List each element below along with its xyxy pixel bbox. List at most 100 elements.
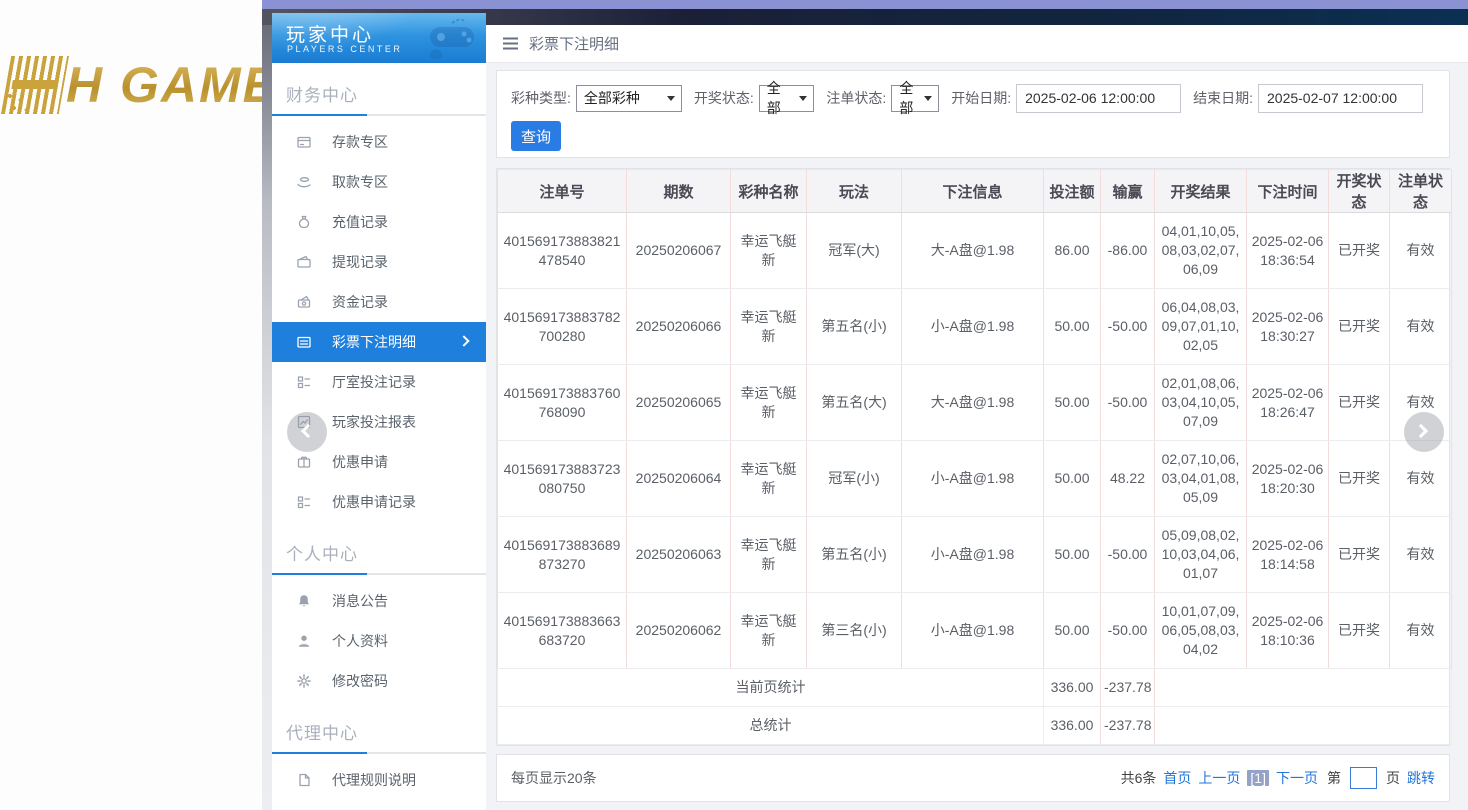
breadcrumb-toolbar: 彩票下注明细 bbox=[486, 25, 1468, 63]
table-cell: 20250206067 bbox=[627, 213, 731, 289]
column-header[interactable]: 玩法 bbox=[807, 170, 902, 213]
sidebar-item-lottery-detail[interactable]: 彩票下注明细 bbox=[272, 322, 486, 362]
query-button[interactable]: 查询 bbox=[511, 121, 561, 151]
table-cell: 06,04,08,03,09,07,01,10,02,05 bbox=[1155, 289, 1247, 365]
hamburger-menu-icon[interactable] bbox=[502, 37, 519, 50]
next-page-link[interactable]: 下一页 bbox=[1276, 768, 1318, 788]
column-header[interactable]: 彩种名称 bbox=[731, 170, 807, 213]
sidebar-item-document[interactable]: 代理规则说明 bbox=[272, 760, 486, 800]
prev-page-link[interactable]: 上一页 bbox=[1198, 768, 1240, 788]
summary-bet-total: 336.00 bbox=[1044, 707, 1101, 745]
table-cell: 50.00 bbox=[1044, 365, 1101, 441]
table-cell: -86.00 bbox=[1101, 213, 1155, 289]
table-cell: 04,01,10,05,08,03,02,07,06,09 bbox=[1155, 213, 1247, 289]
table-cell: -50.00 bbox=[1101, 289, 1155, 365]
sidebar-item-label: 优惠申请 bbox=[332, 452, 388, 472]
table-cell: 冠军(小) bbox=[807, 441, 902, 517]
column-header[interactable]: 期数 bbox=[627, 170, 731, 213]
summary-empty bbox=[1155, 707, 1452, 745]
expand-right-button[interactable] bbox=[1404, 412, 1444, 452]
table-cell: 已开奖 bbox=[1329, 593, 1390, 669]
table-cell: 20250206064 bbox=[627, 441, 731, 517]
column-header[interactable]: 投注额 bbox=[1044, 170, 1101, 213]
table-cell: 第五名(小) bbox=[807, 517, 902, 593]
column-header[interactable]: 开奖结果 bbox=[1155, 170, 1247, 213]
first-page-link[interactable]: 首页 bbox=[1163, 768, 1191, 788]
table-cell: 已开奖 bbox=[1329, 517, 1390, 593]
gear-icon bbox=[296, 673, 312, 689]
table-row[interactable]: 40156917388372308075020250206064幸运飞艇新冠军(… bbox=[498, 441, 1452, 517]
sidebar-item-funds-record[interactable]: 资金记录 bbox=[272, 282, 486, 322]
column-header[interactable]: 输赢 bbox=[1101, 170, 1155, 213]
draw-status-select[interactable]: 全部 bbox=[759, 85, 815, 112]
sidebar-item-label: 存款专区 bbox=[332, 132, 388, 152]
section-divider bbox=[272, 752, 486, 754]
table-cell: 50.00 bbox=[1044, 441, 1101, 517]
table-cell: 小-A盘@1.98 bbox=[902, 593, 1044, 669]
column-header[interactable]: 下注时间 bbox=[1247, 170, 1329, 213]
column-header[interactable]: 下注信息 bbox=[902, 170, 1044, 213]
summary-row: 总统计 336.00 -237.78 bbox=[498, 707, 1452, 745]
current-page-badge: [1] bbox=[1247, 770, 1269, 786]
sidebar-item-wallet[interactable]: 提现记录 bbox=[272, 242, 486, 282]
total-count-text: 共6条 bbox=[1121, 768, 1157, 788]
sidebar-item-team-stats[interactable]: 代理团队统计 bbox=[272, 800, 486, 810]
table-cell: 有效 bbox=[1390, 289, 1452, 365]
sidebar-item-money-bag[interactable]: 充值记录 bbox=[272, 202, 486, 242]
lottery-type-label: 彩种类型: bbox=[511, 88, 571, 108]
table-cell: 已开奖 bbox=[1329, 289, 1390, 365]
sidebar-item-person[interactable]: 个人资料 bbox=[272, 621, 486, 661]
person-icon bbox=[296, 633, 312, 649]
table-row[interactable]: 40156917388382147854020250206067幸运飞艇新冠军(… bbox=[498, 213, 1452, 289]
table-cell: 幸运飞艇新 bbox=[731, 289, 807, 365]
sidebar-item-withdraw-hand[interactable]: 取款专区 bbox=[272, 162, 486, 202]
section-divider bbox=[272, 114, 486, 116]
table-cell: 幸运飞艇新 bbox=[731, 593, 807, 669]
sidebar-item-deposit-card[interactable]: 存款专区 bbox=[272, 122, 486, 162]
jump-page-input[interactable] bbox=[1350, 767, 1377, 789]
order-status-select[interactable]: 全部 bbox=[891, 85, 939, 112]
start-date-label: 开始日期: bbox=[951, 88, 1011, 108]
table-cell: 小-A盘@1.98 bbox=[902, 441, 1044, 517]
sidebar-item-label: 提现记录 bbox=[332, 252, 388, 272]
column-header[interactable]: 开奖状态 bbox=[1329, 170, 1390, 213]
table-row[interactable]: 40156917388368987327020250206063幸运飞艇新第五名… bbox=[498, 517, 1452, 593]
table-cell: 86.00 bbox=[1044, 213, 1101, 289]
sidebar-item-hall-bet-record[interactable]: 厅室投注记录 bbox=[272, 362, 486, 402]
chevron-right-icon bbox=[1414, 424, 1428, 438]
sidebar-item-bell[interactable]: 消息公告 bbox=[272, 581, 486, 621]
chevron-down-icon bbox=[924, 96, 932, 101]
column-header[interactable]: 注单状态 bbox=[1390, 170, 1452, 213]
table-cell: 2025-02-06 18:10:36 bbox=[1247, 593, 1329, 669]
table-cell: 20250206063 bbox=[627, 517, 731, 593]
lottery-type-select[interactable]: 全部彩种 bbox=[576, 85, 682, 112]
table-row[interactable]: 40156917388366368372020250206062幸运飞艇新第三名… bbox=[498, 593, 1452, 669]
sidebar-item-gear[interactable]: 修改密码 bbox=[272, 661, 486, 701]
column-header[interactable]: 注单号 bbox=[498, 170, 627, 213]
end-date-input[interactable] bbox=[1258, 84, 1423, 113]
section-divider bbox=[272, 573, 486, 575]
table-row[interactable]: 40156917388378270028020250206066幸运飞艇新第五名… bbox=[498, 289, 1452, 365]
jump-button[interactable]: 跳转 bbox=[1407, 768, 1435, 788]
collapse-left-button[interactable] bbox=[287, 412, 327, 452]
start-date-input[interactable] bbox=[1016, 84, 1181, 113]
table-cell: 幸运飞艇新 bbox=[731, 365, 807, 441]
table-cell: 401569173883821478540 bbox=[498, 213, 627, 289]
table-cell: 2025-02-06 18:30:27 bbox=[1247, 289, 1329, 365]
sidebar-section-label: 个人中心 bbox=[272, 522, 486, 573]
sidebar-item-label: 优惠申请记录 bbox=[332, 492, 416, 512]
draw-status-label: 开奖状态: bbox=[694, 88, 754, 108]
table-cell: 有效 bbox=[1390, 593, 1452, 669]
jump-suffix-text: 页 bbox=[1386, 768, 1400, 788]
table-row[interactable]: 40156917388376076809020250206065幸运飞艇新第五名… bbox=[498, 365, 1452, 441]
sidebar-banner: 玩家中心 PLAYERS CENTER bbox=[272, 13, 486, 63]
page: H GAME 玩家中心 PLAYERS CENTER 财务中心存款专区取款专区充… bbox=[0, 0, 1468, 810]
bet-detail-table-card: 注单号期数彩种名称玩法下注信息投注额输赢开奖结果下注时间开奖状态注单状态4015… bbox=[496, 168, 1450, 746]
logo-text: H GAME bbox=[66, 56, 262, 114]
summary-winloss-total: -237.78 bbox=[1101, 707, 1155, 745]
table-cell: 大-A盘@1.98 bbox=[902, 365, 1044, 441]
sidebar-item-promo-record[interactable]: 优惠申请记录 bbox=[272, 482, 486, 522]
site-logo[interactable]: H GAME bbox=[6, 52, 262, 118]
sidebar-item-label: 修改密码 bbox=[332, 671, 388, 691]
table-cell: 已开奖 bbox=[1329, 213, 1390, 289]
